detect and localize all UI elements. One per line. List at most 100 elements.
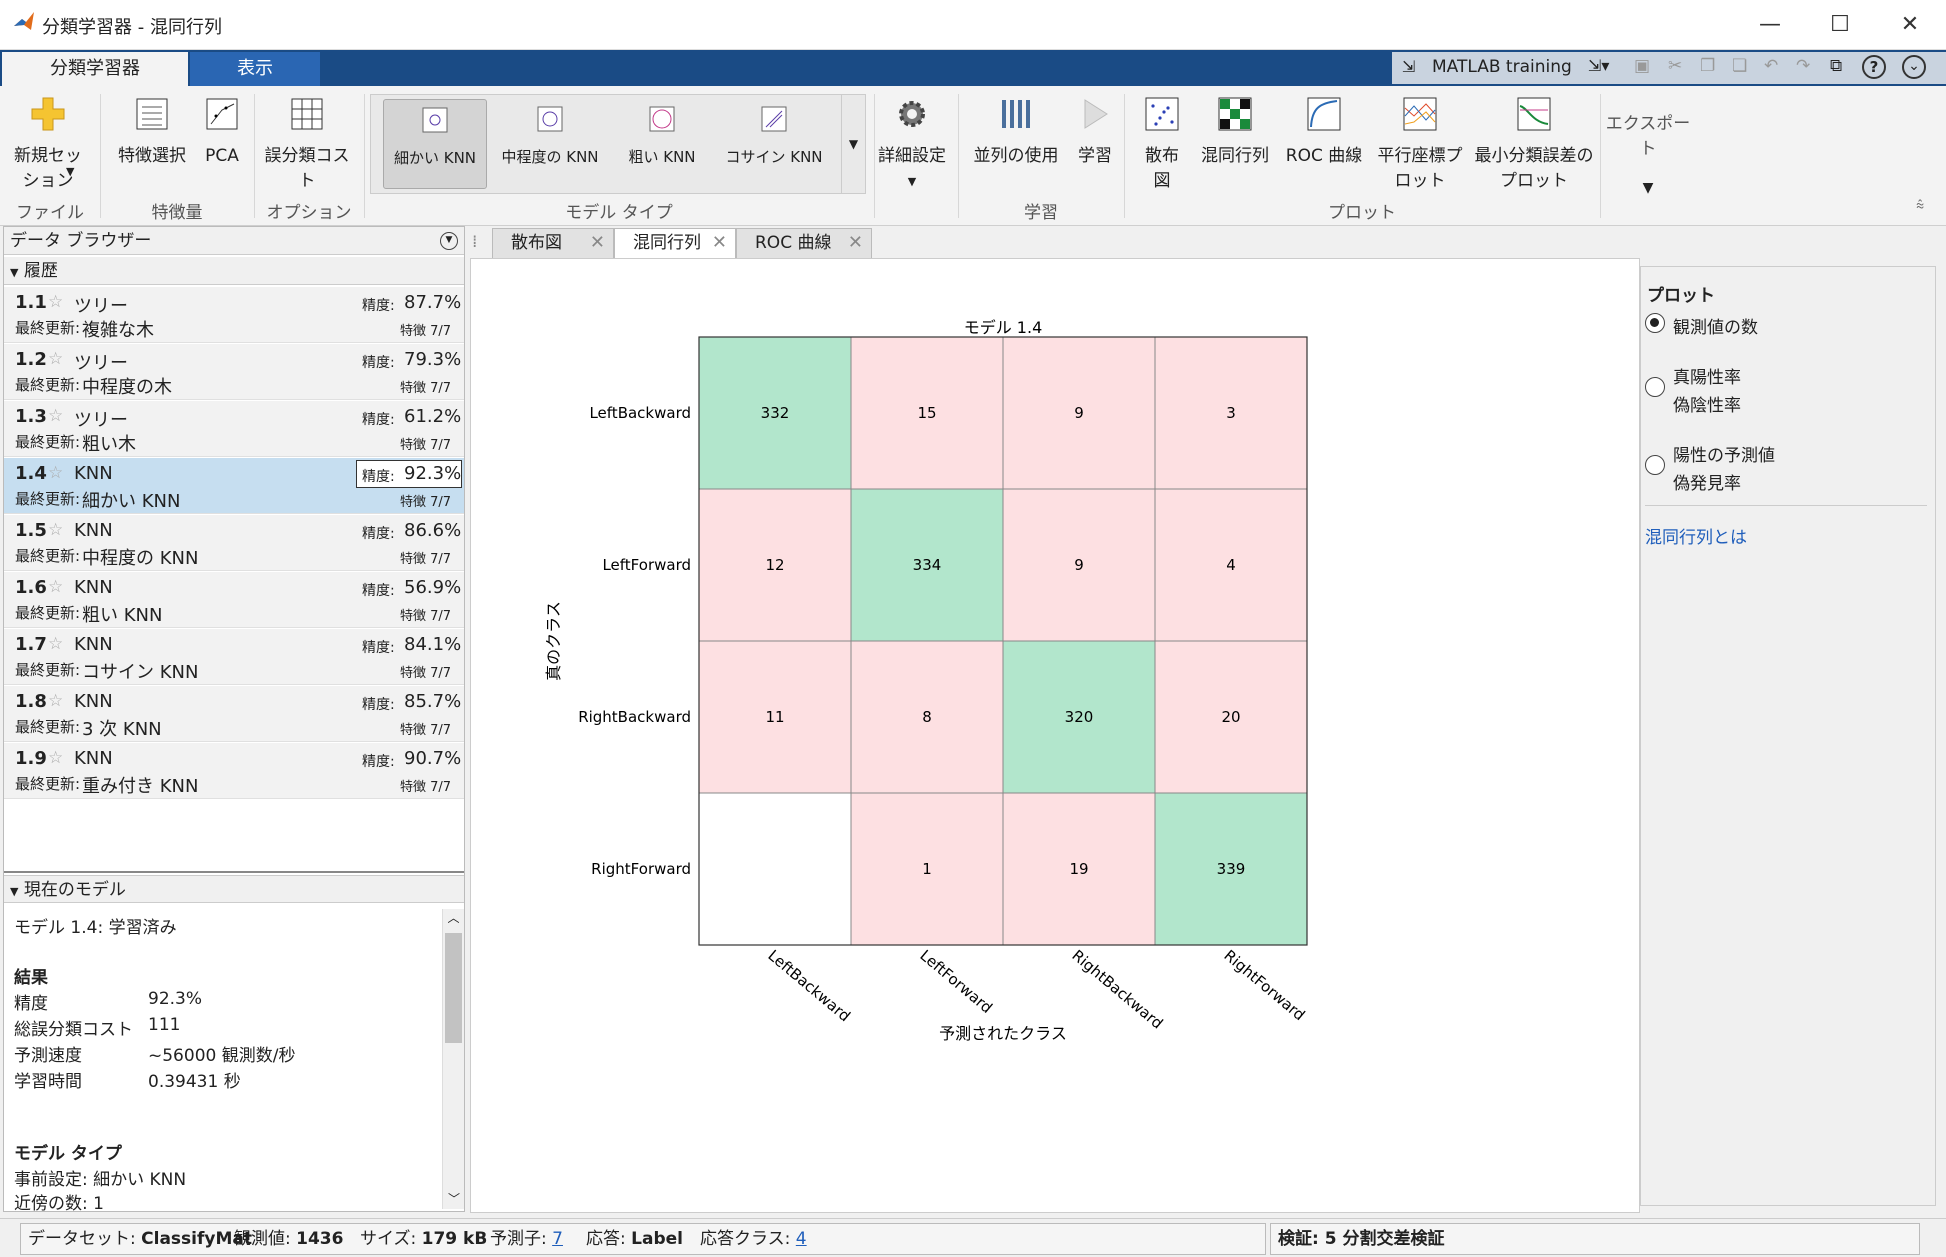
options-icon[interactable]: ⌄ bbox=[1902, 55, 1926, 79]
scrollbar[interactable]: ︿ ﹀ bbox=[442, 909, 464, 1209]
min-error-plot-button[interactable]: 最小分類誤差のプロット bbox=[1474, 96, 1594, 194]
response-classes-link[interactable]: 4 bbox=[796, 1229, 807, 1249]
close-button[interactable]: ✕ bbox=[1882, 8, 1938, 42]
ppv-label[interactable]: 陽性の予測値 bbox=[1673, 441, 1775, 466]
predictors-link[interactable]: 7 bbox=[552, 1229, 563, 1249]
history-item[interactable]: 1.2 ☆ ツリー 最終更新: 中程度の木 精度: 79.3% 特徴 7/7 bbox=[4, 344, 464, 400]
scroll-down-icon[interactable]: ﹀ bbox=[443, 1190, 465, 1207]
collapse-ribbon-icon[interactable]: ⩯ bbox=[1916, 198, 1924, 214]
document-tabs: ⁞ 散布図 ✕ 混同行列 ✕ ROC 曲線 ✕ bbox=[470, 226, 1946, 258]
star-icon[interactable]: ☆ bbox=[48, 349, 63, 369]
tab-scatter[interactable]: 散布図 ✕ bbox=[492, 228, 614, 258]
history-item[interactable]: 1.3 ☆ ツリー 最終更新: 粗い木 精度: 61.2% 特徴 7/7 bbox=[4, 401, 464, 457]
misclassification-cost-button[interactable]: 誤分類コスト bbox=[262, 96, 352, 194]
roc-curve-button[interactable]: ROC 曲線 bbox=[1280, 96, 1368, 169]
x-tick-label: LeftForward bbox=[916, 946, 995, 1017]
tpr-label[interactable]: 真陽性率 bbox=[1673, 363, 1741, 388]
last-change-label: 最終更新: bbox=[15, 319, 81, 337]
radio-ppv-fdr[interactable] bbox=[1645, 455, 1665, 475]
gallery-cosine-knn-label: コサイン KNN bbox=[725, 148, 823, 166]
gallery-coarse-knn[interactable]: 粗い KNN bbox=[617, 99, 707, 170]
parallel-coords-button[interactable]: 平行座標プロット bbox=[1372, 96, 1468, 194]
star-icon[interactable]: ☆ bbox=[48, 463, 63, 483]
fdr-label[interactable]: 偽発見率 bbox=[1673, 469, 1741, 494]
tab-roc[interactable]: ROC 曲線 ✕ bbox=[736, 228, 872, 258]
export-button[interactable]: エクスポート ▼ bbox=[1604, 112, 1692, 201]
star-icon[interactable]: ☆ bbox=[48, 406, 63, 426]
cell-value: 339 bbox=[1217, 860, 1246, 878]
copy-icon[interactable]: ❐ bbox=[1700, 56, 1715, 76]
confusion-matrix-button[interactable]: 混同行列 bbox=[1194, 96, 1276, 169]
y-tick-label: RightForward bbox=[591, 860, 691, 878]
radio-tpr-fnr[interactable] bbox=[1645, 377, 1665, 397]
history-item[interactable]: 1.4 ☆ KNN 最終更新: 細かい KNN 精度: 92.3% 特徴 7/7 bbox=[4, 458, 464, 514]
tab-classification-learner[interactable]: 分類学習器 bbox=[2, 52, 188, 86]
last-change-value: 複雑な木 bbox=[82, 320, 154, 341]
last-change-label: 最終更新: bbox=[15, 775, 81, 793]
star-icon[interactable]: ☆ bbox=[48, 691, 63, 711]
scroll-thumb[interactable] bbox=[445, 933, 462, 1043]
minimize-button[interactable]: — bbox=[1742, 8, 1798, 42]
redo-icon[interactable]: ↷ bbox=[1796, 56, 1810, 76]
train-button[interactable]: 学習 bbox=[1072, 96, 1118, 169]
use-parallel-button[interactable]: 並列の使用 bbox=[968, 96, 1064, 169]
ribbon: 新規セッション ▼ ファイル 特徴選択 PCA 特徴量 誤分類コスト オプション… bbox=[0, 86, 1946, 226]
settings-dropdown-icon[interactable]: ⇲▾ bbox=[1588, 56, 1609, 75]
accuracy-label: 精度: bbox=[362, 298, 395, 314]
scroll-up-icon[interactable]: ︿ bbox=[443, 909, 464, 926]
tab-roc-label: ROC 曲線 bbox=[755, 233, 832, 253]
star-icon[interactable]: ☆ bbox=[48, 748, 63, 768]
feature-select-label: 特徴選択 bbox=[118, 146, 186, 166]
history-item[interactable]: 1.8 ☆ KNN 最終更新: 3 次 KNN 精度: 85.7% 特徴 7/7 bbox=[4, 686, 464, 742]
new-session-button[interactable]: 新規セッション ▼ bbox=[8, 96, 88, 194]
features-count: 特徴 7/7 bbox=[400, 495, 452, 510]
radio-observations-label[interactable]: 観測値の数 bbox=[1673, 313, 1758, 338]
status-response: 応答: Label bbox=[586, 1229, 683, 1249]
fnr-label[interactable]: 偽陰性率 bbox=[1673, 391, 1741, 416]
history-item[interactable]: 1.1 ☆ ツリー 最終更新: 複雑な木 精度: 87.7% 特徴 7/7 bbox=[4, 287, 464, 343]
history-item[interactable]: 1.7 ☆ KNN 最終更新: コサイン KNN 精度: 84.1% 特徴 7/7 bbox=[4, 629, 464, 685]
current-model-header[interactable]: ▼ 現在のモデル bbox=[4, 875, 464, 903]
star-icon[interactable]: ☆ bbox=[48, 520, 63, 540]
last-change-label: 最終更新: bbox=[15, 661, 81, 679]
chevron-down-icon: ▼ bbox=[66, 165, 75, 178]
browser-menu-icon[interactable]: ▼ bbox=[440, 232, 458, 250]
gallery-medium-knn[interactable]: 中程度の KNN bbox=[495, 99, 605, 170]
scatter-plot-button[interactable]: 散布図 bbox=[1130, 96, 1194, 194]
star-icon[interactable]: ☆ bbox=[48, 577, 63, 597]
close-icon[interactable]: ✕ bbox=[590, 229, 605, 257]
last-change-value: 中程度の KNN bbox=[82, 548, 199, 569]
history-item[interactable]: 1.9 ☆ KNN 最終更新: 重み付き KNN 精度: 90.7% 特徴 7/7 bbox=[4, 743, 464, 799]
help-icon[interactable]: ? bbox=[1862, 55, 1886, 79]
what-is-confusion-matrix-link[interactable]: 混同行列とは bbox=[1645, 523, 1747, 548]
y-tick-label: LeftBackward bbox=[589, 404, 691, 422]
star-icon[interactable]: ☆ bbox=[48, 292, 63, 312]
radio-observations[interactable] bbox=[1645, 313, 1665, 333]
gallery-fine-knn[interactable]: 細かい KNN bbox=[383, 99, 487, 189]
cut-icon[interactable]: ✂ bbox=[1668, 56, 1682, 76]
close-icon[interactable]: ✕ bbox=[712, 229, 727, 257]
features-count: 特徴 7/7 bbox=[400, 381, 452, 396]
switch-window-icon[interactable]: ⧉ bbox=[1830, 56, 1842, 76]
maximize-button[interactable]: ☐ bbox=[1812, 8, 1868, 42]
gallery-cosine-knn[interactable]: コサイン KNN bbox=[719, 99, 829, 170]
close-icon[interactable]: ✕ bbox=[848, 229, 863, 257]
gallery-expand-button[interactable]: ▼ bbox=[841, 95, 865, 193]
tab-view[interactable]: 表示 bbox=[190, 52, 320, 86]
tab-confusion[interactable]: 混同行列 ✕ bbox=[614, 228, 736, 258]
history-item[interactable]: 1.6 ☆ KNN 最終更新: 粗い KNN 精度: 56.9% 特徴 7/7 bbox=[4, 572, 464, 628]
qat-label[interactable]: MATLAB training bbox=[1432, 57, 1572, 77]
paste-icon[interactable]: ❏ bbox=[1732, 56, 1747, 76]
advanced-button[interactable]: 詳細設定 ▼ bbox=[872, 96, 952, 194]
model-type: KNN bbox=[74, 520, 113, 541]
pca-button[interactable]: PCA bbox=[198, 96, 246, 169]
cell-value: 20 bbox=[1221, 708, 1240, 726]
save-icon[interactable]: ▣ bbox=[1634, 56, 1650, 76]
model-id: 1.9 bbox=[15, 748, 47, 769]
star-icon[interactable]: ☆ bbox=[48, 634, 63, 654]
undo-icon[interactable]: ↶ bbox=[1764, 56, 1778, 76]
history-section-header[interactable]: ▼ 履歴 bbox=[4, 257, 464, 285]
features-count: 特徴 7/7 bbox=[400, 780, 452, 795]
feature-select-button[interactable]: 特徴選択 bbox=[112, 96, 192, 169]
history-item[interactable]: 1.5 ☆ KNN 最終更新: 中程度の KNN 精度: 86.6% 特徴 7/7 bbox=[4, 515, 464, 571]
